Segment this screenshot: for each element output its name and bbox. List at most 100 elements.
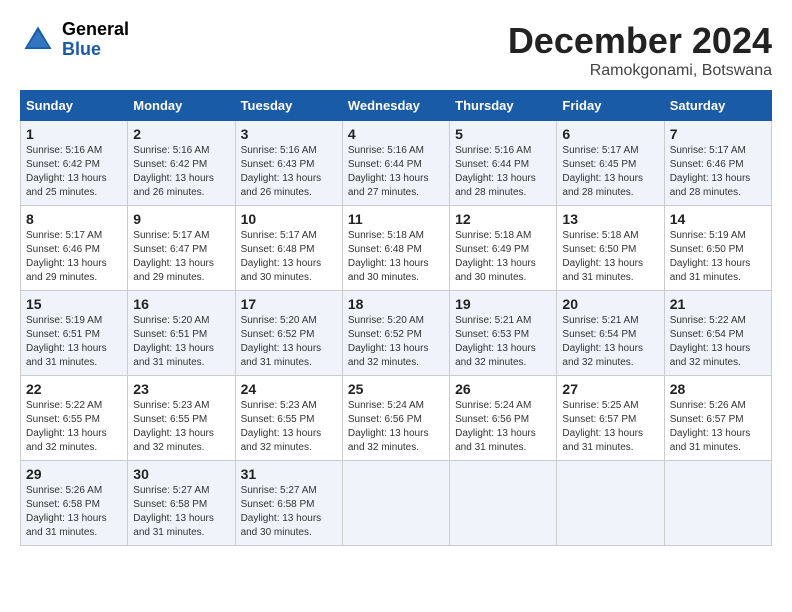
title-block: December 2024 Ramokgonami, Botswana — [508, 20, 772, 80]
col-tuesday: Tuesday — [235, 91, 342, 121]
table-row — [342, 461, 449, 546]
day-info: Sunrise: 5:25 AM Sunset: 6:57 PM Dayligh… — [562, 399, 658, 455]
col-saturday: Saturday — [664, 91, 771, 121]
day-number: 26 — [455, 381, 551, 397]
day-number: 7 — [670, 126, 766, 142]
day-info: Sunrise: 5:16 AM Sunset: 6:42 PM Dayligh… — [133, 144, 229, 200]
calendar-table: Sunday Monday Tuesday Wednesday Thursday… — [20, 90, 772, 546]
day-number: 13 — [562, 211, 658, 227]
day-number: 24 — [241, 381, 337, 397]
day-number: 20 — [562, 296, 658, 312]
day-info: Sunrise: 5:24 AM Sunset: 6:56 PM Dayligh… — [455, 399, 551, 455]
logo-icon — [20, 22, 56, 58]
table-row: 23 Sunrise: 5:23 AM Sunset: 6:55 PM Dayl… — [128, 376, 235, 461]
day-number: 5 — [455, 126, 551, 142]
table-row: 11 Sunrise: 5:18 AM Sunset: 6:48 PM Dayl… — [342, 206, 449, 291]
table-row: 27 Sunrise: 5:25 AM Sunset: 6:57 PM Dayl… — [557, 376, 664, 461]
day-number: 2 — [133, 126, 229, 142]
day-number: 8 — [26, 211, 122, 227]
col-sunday: Sunday — [21, 91, 128, 121]
logo-text: General Blue — [62, 20, 129, 60]
day-number: 4 — [348, 126, 444, 142]
day-info: Sunrise: 5:19 AM Sunset: 6:50 PM Dayligh… — [670, 229, 766, 285]
day-info: Sunrise: 5:18 AM Sunset: 6:50 PM Dayligh… — [562, 229, 658, 285]
day-info: Sunrise: 5:21 AM Sunset: 6:54 PM Dayligh… — [562, 314, 658, 370]
col-monday: Monday — [128, 91, 235, 121]
day-number: 14 — [670, 211, 766, 227]
day-number: 10 — [241, 211, 337, 227]
table-row: 22 Sunrise: 5:22 AM Sunset: 6:55 PM Dayl… — [21, 376, 128, 461]
table-row: 21 Sunrise: 5:22 AM Sunset: 6:54 PM Dayl… — [664, 291, 771, 376]
day-info: Sunrise: 5:17 AM Sunset: 6:46 PM Dayligh… — [26, 229, 122, 285]
calendar-row: 8 Sunrise: 5:17 AM Sunset: 6:46 PM Dayli… — [21, 206, 772, 291]
page-header: General Blue December 2024 Ramokgonami, … — [20, 20, 772, 80]
day-info: Sunrise: 5:18 AM Sunset: 6:49 PM Dayligh… — [455, 229, 551, 285]
table-row: 26 Sunrise: 5:24 AM Sunset: 6:56 PM Dayl… — [450, 376, 557, 461]
day-number: 23 — [133, 381, 229, 397]
table-row: 16 Sunrise: 5:20 AM Sunset: 6:51 PM Dayl… — [128, 291, 235, 376]
table-row: 30 Sunrise: 5:27 AM Sunset: 6:58 PM Dayl… — [128, 461, 235, 546]
day-number: 27 — [562, 381, 658, 397]
table-row — [557, 461, 664, 546]
day-info: Sunrise: 5:22 AM Sunset: 6:55 PM Dayligh… — [26, 399, 122, 455]
table-row: 10 Sunrise: 5:17 AM Sunset: 6:48 PM Dayl… — [235, 206, 342, 291]
day-number: 29 — [26, 466, 122, 482]
month-title: December 2024 — [508, 20, 772, 62]
day-info: Sunrise: 5:21 AM Sunset: 6:53 PM Dayligh… — [455, 314, 551, 370]
table-row: 13 Sunrise: 5:18 AM Sunset: 6:50 PM Dayl… — [557, 206, 664, 291]
day-number: 18 — [348, 296, 444, 312]
day-number: 11 — [348, 211, 444, 227]
table-row: 20 Sunrise: 5:21 AM Sunset: 6:54 PM Dayl… — [557, 291, 664, 376]
col-wednesday: Wednesday — [342, 91, 449, 121]
day-info: Sunrise: 5:24 AM Sunset: 6:56 PM Dayligh… — [348, 399, 444, 455]
day-info: Sunrise: 5:19 AM Sunset: 6:51 PM Dayligh… — [26, 314, 122, 370]
calendar-row: 22 Sunrise: 5:22 AM Sunset: 6:55 PM Dayl… — [21, 376, 772, 461]
day-info: Sunrise: 5:17 AM Sunset: 6:47 PM Dayligh… — [133, 229, 229, 285]
table-row: 12 Sunrise: 5:18 AM Sunset: 6:49 PM Dayl… — [450, 206, 557, 291]
day-number: 25 — [348, 381, 444, 397]
table-row: 2 Sunrise: 5:16 AM Sunset: 6:42 PM Dayli… — [128, 121, 235, 206]
calendar-body: 1 Sunrise: 5:16 AM Sunset: 6:42 PM Dayli… — [21, 121, 772, 546]
table-row: 18 Sunrise: 5:20 AM Sunset: 6:52 PM Dayl… — [342, 291, 449, 376]
day-info: Sunrise: 5:16 AM Sunset: 6:42 PM Dayligh… — [26, 144, 122, 200]
table-row: 9 Sunrise: 5:17 AM Sunset: 6:47 PM Dayli… — [128, 206, 235, 291]
day-info: Sunrise: 5:26 AM Sunset: 6:57 PM Dayligh… — [670, 399, 766, 455]
day-info: Sunrise: 5:16 AM Sunset: 6:44 PM Dayligh… — [348, 144, 444, 200]
day-info: Sunrise: 5:17 AM Sunset: 6:45 PM Dayligh… — [562, 144, 658, 200]
day-number: 21 — [670, 296, 766, 312]
day-number: 31 — [241, 466, 337, 482]
table-row: 6 Sunrise: 5:17 AM Sunset: 6:45 PM Dayli… — [557, 121, 664, 206]
table-row: 4 Sunrise: 5:16 AM Sunset: 6:44 PM Dayli… — [342, 121, 449, 206]
table-row: 5 Sunrise: 5:16 AM Sunset: 6:44 PM Dayli… — [450, 121, 557, 206]
logo: General Blue — [20, 20, 129, 60]
day-number: 9 — [133, 211, 229, 227]
table-row — [450, 461, 557, 546]
day-info: Sunrise: 5:18 AM Sunset: 6:48 PM Dayligh… — [348, 229, 444, 285]
table-row: 3 Sunrise: 5:16 AM Sunset: 6:43 PM Dayli… — [235, 121, 342, 206]
table-row: 24 Sunrise: 5:23 AM Sunset: 6:55 PM Dayl… — [235, 376, 342, 461]
day-info: Sunrise: 5:26 AM Sunset: 6:58 PM Dayligh… — [26, 484, 122, 540]
day-info: Sunrise: 5:23 AM Sunset: 6:55 PM Dayligh… — [241, 399, 337, 455]
table-row: 28 Sunrise: 5:26 AM Sunset: 6:57 PM Dayl… — [664, 376, 771, 461]
table-row: 25 Sunrise: 5:24 AM Sunset: 6:56 PM Dayl… — [342, 376, 449, 461]
calendar-row: 15 Sunrise: 5:19 AM Sunset: 6:51 PM Dayl… — [21, 291, 772, 376]
table-row: 8 Sunrise: 5:17 AM Sunset: 6:46 PM Dayli… — [21, 206, 128, 291]
day-number: 19 — [455, 296, 551, 312]
day-number: 30 — [133, 466, 229, 482]
day-info: Sunrise: 5:27 AM Sunset: 6:58 PM Dayligh… — [241, 484, 337, 540]
day-info: Sunrise: 5:16 AM Sunset: 6:44 PM Dayligh… — [455, 144, 551, 200]
day-number: 16 — [133, 296, 229, 312]
day-info: Sunrise: 5:17 AM Sunset: 6:46 PM Dayligh… — [670, 144, 766, 200]
calendar-row: 29 Sunrise: 5:26 AM Sunset: 6:58 PM Dayl… — [21, 461, 772, 546]
table-row: 29 Sunrise: 5:26 AM Sunset: 6:58 PM Dayl… — [21, 461, 128, 546]
col-friday: Friday — [557, 91, 664, 121]
table-row: 15 Sunrise: 5:19 AM Sunset: 6:51 PM Dayl… — [21, 291, 128, 376]
day-info: Sunrise: 5:17 AM Sunset: 6:48 PM Dayligh… — [241, 229, 337, 285]
day-number: 28 — [670, 381, 766, 397]
day-number: 3 — [241, 126, 337, 142]
day-info: Sunrise: 5:20 AM Sunset: 6:52 PM Dayligh… — [241, 314, 337, 370]
day-info: Sunrise: 5:16 AM Sunset: 6:43 PM Dayligh… — [241, 144, 337, 200]
day-info: Sunrise: 5:20 AM Sunset: 6:51 PM Dayligh… — [133, 314, 229, 370]
day-number: 17 — [241, 296, 337, 312]
table-row: 19 Sunrise: 5:21 AM Sunset: 6:53 PM Dayl… — [450, 291, 557, 376]
